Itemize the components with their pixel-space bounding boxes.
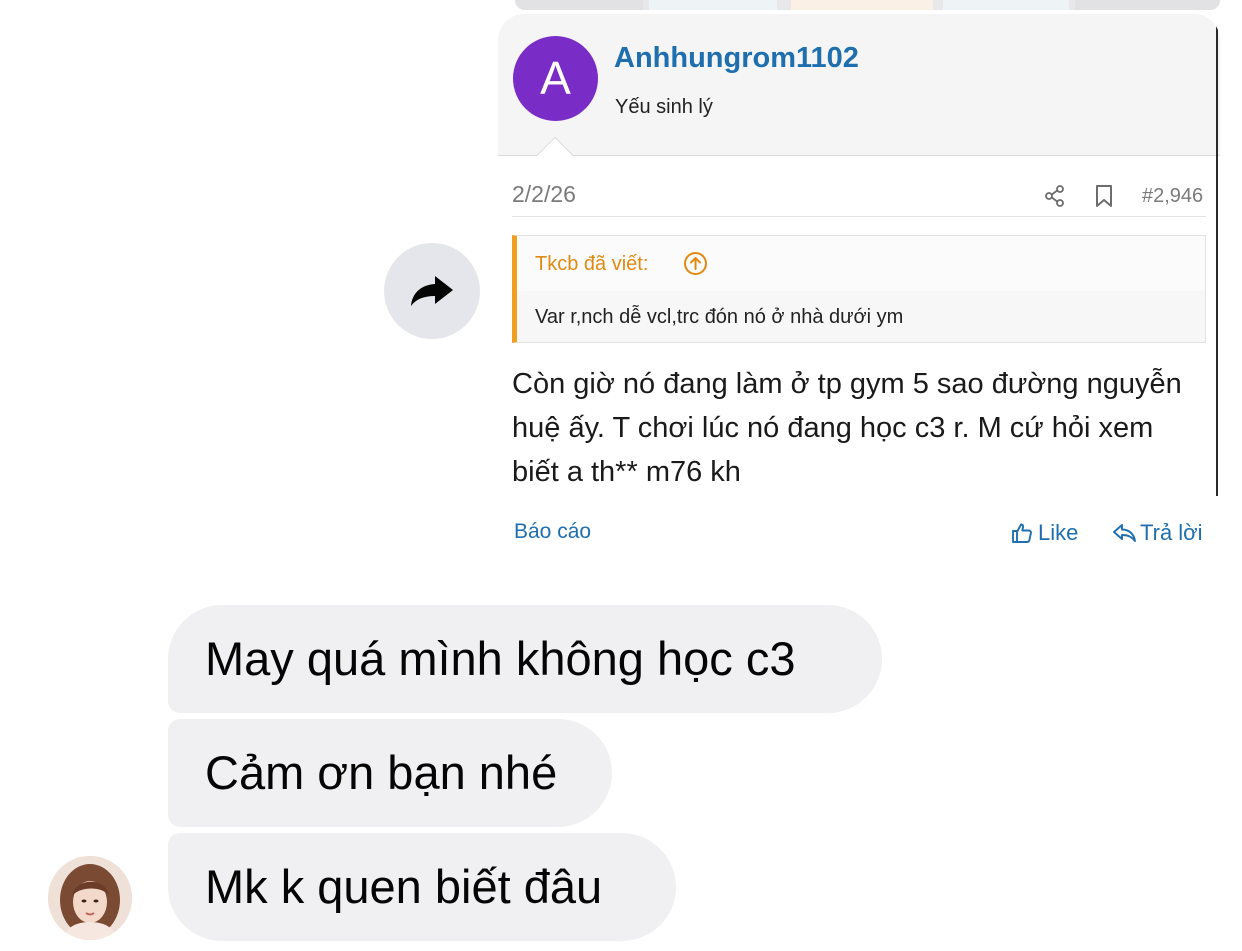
- post-date: 2/2/26: [512, 181, 576, 207]
- header-divider: [498, 155, 1220, 156]
- reply-label: Trả lời: [1140, 520, 1203, 545]
- bookmark-icon: [1096, 185, 1112, 207]
- post-number: #2,946: [1142, 185, 1204, 207]
- message-bubble[interactable]: Cảm ơn bạn nhé: [168, 719, 612, 827]
- like-label: Like: [1038, 520, 1079, 545]
- thumbs-up-icon: [1012, 523, 1032, 543]
- meta-divider: [512, 216, 1206, 217]
- post-author-header: [498, 14, 1220, 156]
- quote-author: Tkcb đã viết:: [535, 253, 649, 275]
- image-crop-edge: [1216, 14, 1218, 496]
- forward-arrow-icon: [411, 276, 453, 306]
- post-body: Còn giờ nó đang làm ở tp gym 5 sao đường…: [512, 368, 1182, 488]
- previous-image-edge[interactable]: [515, 0, 1220, 10]
- author-avatar: A: [513, 36, 598, 121]
- share-icon: [1045, 185, 1064, 207]
- avatar-photo: [48, 856, 132, 940]
- arrow-up-circle-icon: [684, 252, 707, 275]
- forward-button[interactable]: [384, 243, 480, 339]
- quote-text: Var r,nch dễ vcl,trc đón nó ở nhà dưới y…: [535, 306, 904, 328]
- author-username: Anhhungrom1102: [614, 42, 859, 74]
- reply-action: Trả lời: [1111, 519, 1203, 547]
- sender-avatar[interactable]: [48, 856, 132, 940]
- message-bubble[interactable]: Mk k quen biết đâu: [168, 833, 676, 941]
- report-link: Báo cáo: [514, 520, 592, 543]
- quote-block: Tkcb đã viết: Var r,nch dễ vcl,trc đón n…: [512, 235, 1206, 343]
- shared-forum-post-image[interactable]: A Anhhungrom1102 Yếu sinh lý 2/2/26 #2,9…: [498, 14, 1220, 570]
- reply-icon: [1113, 524, 1136, 542]
- author-title: Yếu sinh lý: [615, 96, 713, 118]
- like-action: Like: [1010, 519, 1078, 547]
- message-bubble[interactable]: May quá mình không học c3: [168, 605, 882, 713]
